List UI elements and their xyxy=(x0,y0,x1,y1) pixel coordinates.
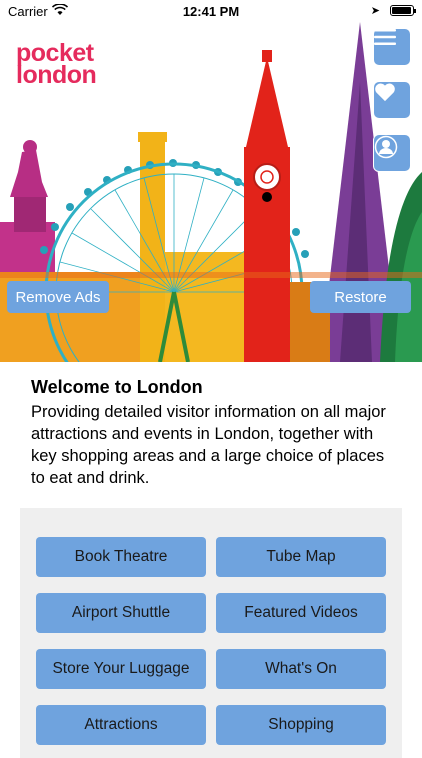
favorites-button[interactable] xyxy=(373,81,411,119)
store-luggage-button[interactable]: Store Your Luggage xyxy=(36,649,206,689)
battery-icon xyxy=(390,5,416,16)
whats-on-button[interactable]: What's On xyxy=(216,649,386,689)
welcome-section: Welcome to London Providing detailed vis… xyxy=(31,377,401,489)
hamburger-menu-icon xyxy=(374,29,396,45)
welcome-description: Providing detailed visitor information o… xyxy=(31,403,386,487)
logo-line-2: london xyxy=(16,61,97,89)
menu-button[interactable] xyxy=(373,28,411,66)
profile-button[interactable] xyxy=(373,134,411,172)
remove-ads-button[interactable]: Remove Ads xyxy=(7,281,109,313)
tube-map-button[interactable]: Tube Map xyxy=(216,537,386,577)
status-bar: Carrier 12:41 PM ➤ xyxy=(0,0,422,22)
menu-grid: Book Theatre Tube Map Airport Shuttle Fe… xyxy=(20,508,402,758)
hero-banner: pocket london Remove Ads Restore xyxy=(0,22,422,362)
clock: 12:41 PM xyxy=(182,4,240,19)
attractions-button[interactable]: Attractions xyxy=(36,705,206,745)
welcome-title: Welcome to London xyxy=(31,377,203,397)
profile-icon xyxy=(374,135,398,159)
heart-icon xyxy=(375,83,395,102)
featured-videos-button[interactable]: Featured Videos xyxy=(216,593,386,633)
app-logo: pocket london xyxy=(16,41,97,89)
location-arrow-icon: ➤ xyxy=(370,5,380,17)
restore-button[interactable]: Restore xyxy=(310,281,411,313)
airport-shuttle-button[interactable]: Airport Shuttle xyxy=(36,593,206,633)
book-theatre-button[interactable]: Book Theatre xyxy=(36,537,206,577)
shopping-button[interactable]: Shopping xyxy=(216,705,386,745)
